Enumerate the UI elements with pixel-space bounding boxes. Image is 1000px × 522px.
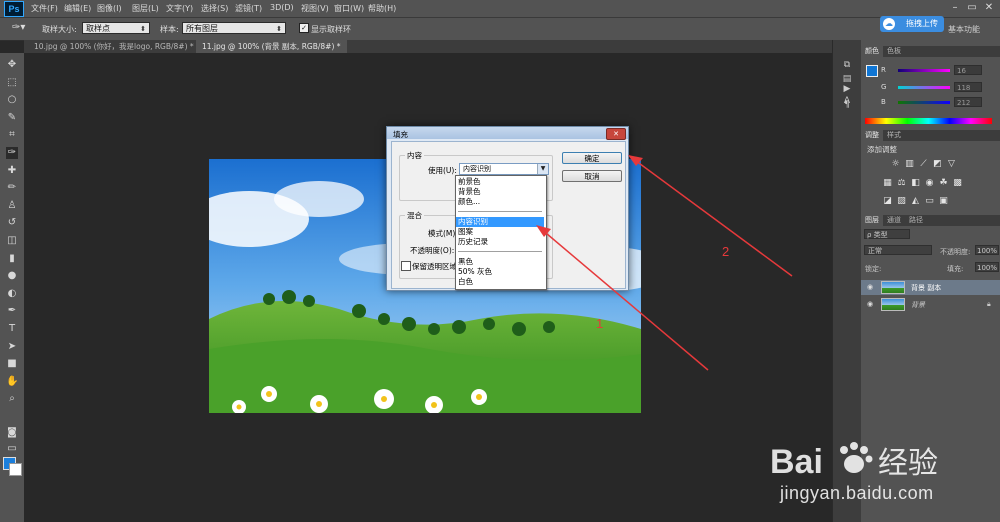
watermark-text-jingyan: 经验 xyxy=(878,447,938,480)
watermark-url: jingyan.baidu.com xyxy=(780,483,934,503)
annotation-2: 2 xyxy=(722,244,730,259)
baidu-jingyan-watermark: Bai 经验 xyxy=(770,440,990,481)
annotation-1: 1 xyxy=(596,316,604,331)
arrow-1-line xyxy=(539,227,709,371)
baidu-paw-logo: Bai 经验 xyxy=(770,442,938,481)
watermark-text-bai: Bai xyxy=(770,443,823,480)
arrow-2-line xyxy=(631,157,793,277)
